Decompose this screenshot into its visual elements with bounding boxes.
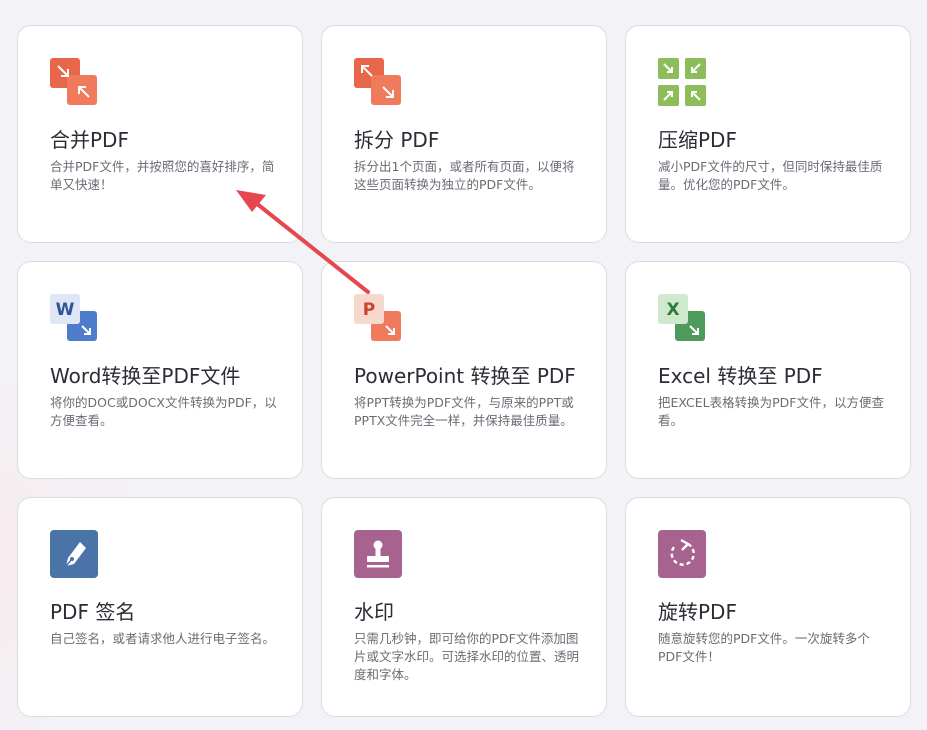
rotate-icon	[658, 530, 708, 580]
tool-card-compress-pdf[interactable]: 压缩PDF 减小PDF文件的尺寸，但同时保持最佳质量。优化您的PDF文件。	[625, 25, 911, 243]
tool-title: 拆分 PDF	[354, 128, 440, 152]
tool-card-powerpoint-to-pdf[interactable]: P PowerPoint 转换至 PDF 将PPT转换为PDF文件，与原来的PP…	[321, 261, 607, 479]
tool-card-pdf-sign[interactable]: PDF 签名 自己签名，或者请求他人进行电子签名。	[17, 497, 303, 717]
tool-description: 自己签名，或者请求他人进行电子签名。	[50, 631, 276, 646]
tool-card-watermark[interactable]: 水印 只需几秒钟，即可给你的PDF文件添加图片或文字水印。可选择水印的位置、透明…	[321, 497, 607, 717]
word-to-pdf-icon: W	[50, 294, 100, 344]
tool-title: Word转换至PDF文件	[50, 364, 241, 388]
tool-title: PDF 签名	[50, 600, 136, 624]
tool-card-merge-pdf[interactable]: 合并PDF 合并PDF文件，并按照您的喜好排序，简单又快速！	[17, 25, 303, 243]
tool-description: 拆分出1个页面，或者所有页面，以便将这些页面转换为独立的PDF文件。	[354, 159, 575, 192]
tool-title: PowerPoint 转换至 PDF	[354, 364, 576, 388]
tool-card-rotate-pdf[interactable]: 旋转PDF 随意旋转您的PDF文件。一次旋转多个PDF文件！	[625, 497, 911, 717]
tool-title: Excel 转换至 PDF	[658, 364, 823, 388]
tool-description: 随意旋转您的PDF文件。一次旋转多个PDF文件！	[658, 631, 870, 664]
powerpoint-to-pdf-icon: P	[354, 294, 404, 344]
compress-pdf-icon	[658, 58, 708, 108]
tool-title: 旋转PDF	[658, 600, 737, 624]
tool-description: 把EXCEL表格转换为PDF文件，以方便查看。	[658, 395, 884, 428]
merge-pdf-icon	[50, 58, 100, 108]
split-pdf-icon	[354, 58, 404, 108]
pen-sign-icon	[50, 530, 100, 580]
tool-description: 只需几秒钟，即可给你的PDF文件添加图片或文字水印。可选择水印的位置、透明度和字…	[354, 631, 580, 682]
tools-grid-page: 合并PDF 合并PDF文件，并按照您的喜好排序，简单又快速！ 拆分 PDF 拆分…	[0, 0, 927, 730]
tool-description: 减小PDF文件的尺寸，但同时保持最佳质量。优化您的PDF文件。	[658, 159, 883, 192]
tool-title: 水印	[354, 600, 394, 624]
svg-text:P: P	[363, 300, 375, 320]
tool-title: 压缩PDF	[658, 128, 737, 152]
stamp-watermark-icon	[354, 530, 404, 580]
tool-description: 将你的DOC或DOCX文件转换为PDF，以方便查看。	[50, 395, 277, 428]
tool-card-word-to-pdf[interactable]: W Word转换至PDF文件 将你的DOC或DOCX文件转换为PDF，以方便查看…	[17, 261, 303, 479]
tool-description: 将PPT转换为PDF文件，与原来的PPT或PPTX文件完全一样，并保持最佳质量。	[354, 395, 574, 428]
tool-card-split-pdf[interactable]: 拆分 PDF 拆分出1个页面，或者所有页面，以便将这些页面转换为独立的PDF文件…	[321, 25, 607, 243]
svg-text:W: W	[56, 300, 75, 320]
tool-title: 合并PDF	[50, 128, 129, 152]
svg-text:X: X	[666, 300, 679, 320]
tool-description: 合并PDF文件，并按照您的喜好排序，简单又快速！	[50, 159, 275, 192]
excel-to-pdf-icon: X	[658, 294, 708, 344]
tool-card-excel-to-pdf[interactable]: X Excel 转换至 PDF 把EXCEL表格转换为PDF文件，以方便查看。	[625, 261, 911, 479]
